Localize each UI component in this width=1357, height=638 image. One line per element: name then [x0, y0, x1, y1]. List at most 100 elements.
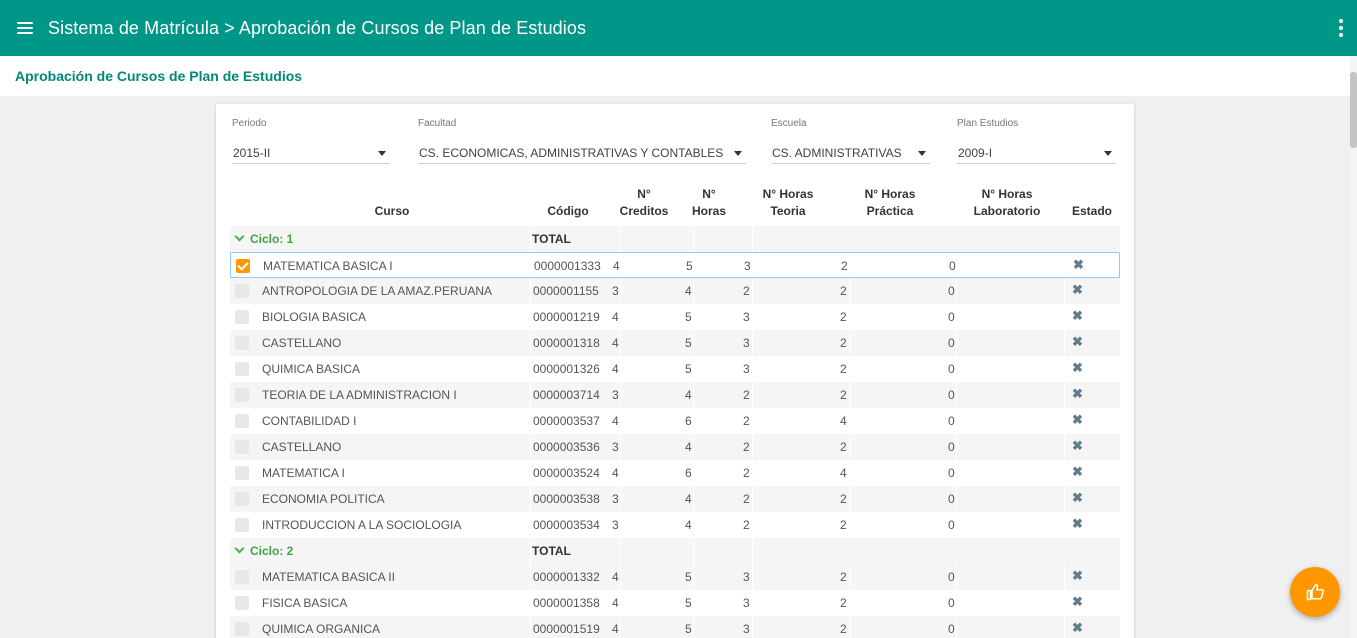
column-divider: [693, 538, 694, 564]
table-row[interactable]: QUIMICA ORGANICA 0000001519 4 5 3 2 0 ✖: [230, 616, 1120, 638]
table-row[interactable]: MATEMATICA BASICA I 0000001333 4 5 3 2 0 ✖: [230, 252, 1120, 278]
menu-button[interactable]: [0, 0, 50, 56]
chevron-down-icon: [918, 151, 926, 156]
column-divider: [850, 278, 851, 304]
creditos-cell: 4: [612, 466, 619, 480]
row-checkbox[interactable]: [235, 622, 249, 636]
scrollbar-thumb[interactable]: [1350, 72, 1357, 148]
close-icon[interactable]: ✖: [1072, 334, 1083, 350]
chevron-down-icon: [1104, 151, 1112, 156]
thumb-up-icon: [1306, 583, 1324, 601]
horas-cell: 5: [685, 570, 692, 584]
practica-cell: 2: [840, 284, 847, 298]
table-row[interactable]: INTRODUCCION A LA SOCIOLOGIA 0000003534 3 4…: [230, 512, 1120, 538]
column-divider: [850, 382, 851, 408]
close-icon[interactable]: ✖: [1072, 360, 1083, 376]
row-checkbox[interactable]: [235, 518, 249, 532]
column-divider: [620, 278, 621, 304]
close-icon[interactable]: ✖: [1072, 594, 1083, 610]
curso-cell: BIOLOGIA BASICA: [262, 310, 367, 324]
row-checkbox[interactable]: [235, 570, 249, 584]
column-divider: [620, 486, 621, 512]
teoria-cell: 3: [743, 336, 750, 350]
row-checkbox[interactable]: [235, 284, 249, 298]
close-icon[interactable]: ✖: [1072, 464, 1083, 480]
creditos-cell: 4: [612, 622, 619, 636]
table-row[interactable]: TEORIA DE LA ADMINISTRACION I 0000003714 3…: [230, 382, 1120, 408]
teoria-cell: 2: [743, 284, 750, 298]
codigo-cell: 0000001318: [533, 336, 600, 350]
laboratorio-cell: 0: [948, 310, 955, 324]
row-checkbox[interactable]: [235, 466, 249, 480]
column-divider: [956, 382, 957, 408]
table-row[interactable]: CASTELLANO 0000003536 3 4 2 2 0 ✖: [230, 434, 1120, 460]
column-divider: [1064, 434, 1065, 460]
table-row[interactable]: ECONOMIA POLITICA 0000003538 3 4 2 2 0 ✖: [230, 486, 1120, 512]
close-icon[interactable]: ✖: [1072, 568, 1083, 584]
row-checkbox[interactable]: [235, 310, 249, 324]
horas-cell: 5: [685, 336, 692, 350]
table-row[interactable]: MATEMATICA BASICA II 0000001332 4 5 3 2 0 ✖: [230, 564, 1120, 590]
chevron-down-icon[interactable]: [234, 231, 245, 242]
row-checkbox[interactable]: [235, 440, 249, 454]
table-row[interactable]: BIOLOGIA BASICA 0000001219 4 5 3 2 0 ✖: [230, 304, 1120, 330]
close-icon[interactable]: ✖: [1072, 438, 1083, 454]
close-icon[interactable]: ✖: [1072, 620, 1083, 636]
courses-card: Periodo 2015-II Facultad CS. ECONOMICAS,…: [216, 104, 1134, 638]
escuela-label: Escuela: [771, 118, 807, 129]
column-divider: [850, 616, 851, 638]
laboratorio-cell: 0: [948, 284, 955, 298]
row-checkbox[interactable]: [235, 492, 249, 506]
close-icon[interactable]: ✖: [1072, 386, 1083, 402]
col-practica: N° Horas Práctica: [850, 186, 930, 220]
table-header: Curso Código N° Creditos N° Horas N° Hor…: [230, 186, 1120, 226]
column-divider: [530, 564, 531, 590]
row-checkbox[interactable]: [235, 336, 249, 350]
column-divider: [693, 226, 694, 252]
codigo-cell: 0000003536: [533, 440, 600, 454]
escuela-field: Escuela CS. ADMINISTRATIVAS: [771, 118, 930, 164]
approve-fab-button[interactable]: [1290, 567, 1340, 617]
column-divider: [752, 616, 753, 638]
chevron-down-icon[interactable]: [234, 543, 245, 554]
escuela-select[interactable]: CS. ADMINISTRATIVAS: [771, 144, 930, 164]
codigo-cell: 0000001519: [533, 622, 600, 636]
col-creditos-line2: Creditos: [619, 204, 669, 218]
app-bar: Sistema de Matrícula > Aprobación de Cur…: [0, 0, 1357, 56]
column-divider: [850, 330, 851, 356]
more-vert-icon[interactable]: [1335, 18, 1347, 38]
teoria-cell: 2: [743, 388, 750, 402]
table-row[interactable]: ANTROPOLOGIA DE LA AMAZ.PERUANA 000000115…: [230, 278, 1120, 304]
periodo-select[interactable]: 2015-II: [232, 144, 390, 164]
row-checkbox[interactable]: [235, 596, 249, 610]
close-icon[interactable]: ✖: [1072, 308, 1083, 324]
close-icon[interactable]: ✖: [1072, 282, 1083, 298]
plan-select[interactable]: 2009-I: [957, 144, 1116, 164]
close-icon[interactable]: ✖: [1072, 490, 1083, 506]
close-icon[interactable]: ✖: [1073, 257, 1084, 273]
column-divider: [752, 382, 753, 408]
row-checkbox[interactable]: [236, 259, 250, 273]
horas-cell: 4: [685, 440, 692, 454]
group-header-row[interactable]: Ciclo: 1 TOTAL: [230, 226, 1120, 252]
table-row[interactable]: CASTELLANO 0000001318 4 5 3 2 0 ✖: [230, 330, 1120, 356]
curso-cell: CASTELLANO: [262, 440, 342, 454]
page-scrollbar[interactable]: [1350, 56, 1357, 638]
table-row[interactable]: FISICA BASICA 0000001358 4 5 3 2 0 ✖: [230, 590, 1120, 616]
table-row[interactable]: CONTABILIDAD I 0000003537 4 6 2 4 0 ✖: [230, 408, 1120, 434]
row-checkbox[interactable]: [235, 362, 249, 376]
row-checkbox[interactable]: [235, 388, 249, 402]
col-estado: Estado: [1071, 204, 1112, 218]
column-divider: [1064, 330, 1065, 356]
facultad-select[interactable]: CS. ECONOMICAS, ADMINISTRATIVAS Y CONTAB…: [418, 144, 746, 164]
curso-cell: MATEMATICA I: [262, 466, 345, 480]
close-icon[interactable]: ✖: [1072, 516, 1083, 532]
close-icon[interactable]: ✖: [1072, 412, 1083, 428]
table-row[interactable]: QUIMICA BASICA 0000001326 4 5 3 2 0 ✖: [230, 356, 1120, 382]
group-header-row[interactable]: Ciclo: 2 TOTAL: [230, 538, 1120, 564]
table-row[interactable]: MATEMATICA I 0000003524 4 6 2 4 0 ✖: [230, 460, 1120, 486]
codigo-cell: 0000001219: [533, 310, 600, 324]
row-checkbox[interactable]: [235, 414, 249, 428]
practica-cell: 2: [840, 388, 847, 402]
col-codigo: Código: [547, 204, 589, 218]
